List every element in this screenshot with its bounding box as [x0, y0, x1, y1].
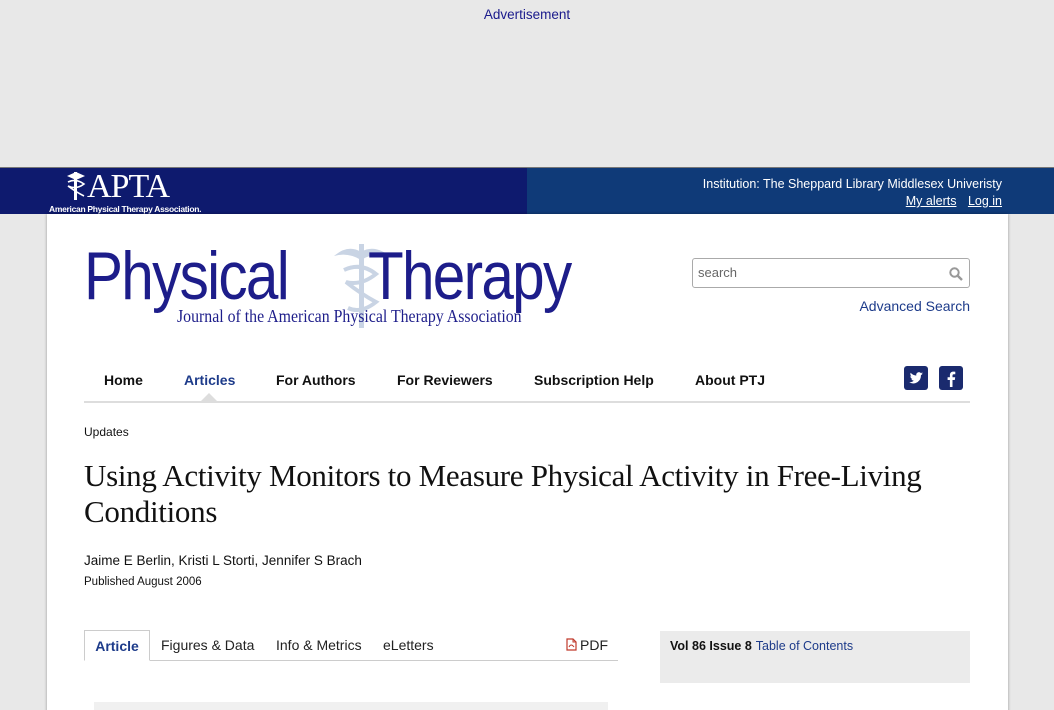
search-box — [692, 258, 970, 288]
tab-eletters[interactable]: eLetters — [383, 630, 434, 660]
apta-wordmark: APTA — [87, 168, 170, 205]
institution-name: Institution: The Sheppard Library Middle… — [702, 177, 1002, 191]
issue-panel: Vol 86 Issue 8 Table of Contents — [660, 631, 970, 683]
tab-figures-data[interactable]: Figures & Data — [161, 630, 254, 660]
advertisement-label: Advertisement — [483, 7, 571, 22]
article-tabs: Article Figures & Data Info & Metrics eL… — [84, 630, 618, 661]
apta-logo[interactable]: APTA American Physical Therapy Associati… — [49, 168, 209, 215]
apta-top-bar: APTA American Physical Therapy Associati… — [0, 167, 1054, 214]
search-input[interactable] — [698, 265, 938, 280]
article-title: Using Activity Monitors to Measure Physi… — [84, 458, 922, 529]
apta-full-name: American Physical Therapy Association. — [49, 204, 202, 214]
article-section[interactable]: Updates — [84, 425, 129, 439]
nav-for-authors[interactable]: For Authors — [276, 372, 356, 388]
nav-subscription-help[interactable]: Subscription Help — [534, 372, 654, 388]
nav-for-reviewers[interactable]: For Reviewers — [397, 372, 493, 388]
volume-label: Vol 86 — [670, 639, 706, 653]
physical-therapy-logo[interactable]: Physical Therapy Journal of the American… — [84, 238, 644, 334]
apta-mark-icon — [67, 172, 86, 200]
logo-subtitle: Journal of the American Physical Therapy… — [177, 306, 522, 326]
nav-home[interactable]: Home — [104, 372, 143, 388]
nav-articles[interactable]: Articles — [184, 372, 235, 388]
tab-article[interactable]: Article — [84, 630, 150, 661]
logo-word-physical: Physical — [84, 238, 290, 314]
pdf-file-icon — [566, 638, 577, 651]
main-content: Physical Therapy Journal of the American… — [47, 214, 1008, 710]
user-links: My alerts Log in — [898, 194, 1002, 208]
issue-info: Vol 86 Issue 8 Table of Contents — [670, 639, 853, 653]
table-of-contents-link[interactable]: Table of Contents — [756, 639, 853, 653]
main-nav: Home Articles For Authors For Reviewers … — [84, 366, 970, 403]
advanced-search-link[interactable]: Advanced Search — [859, 298, 970, 314]
nav-about-ptj[interactable]: About PTJ — [695, 372, 765, 388]
pdf-link[interactable]: PDF — [566, 630, 608, 661]
publication-date: Published August 2006 — [84, 576, 202, 588]
advertisement-area: Advertisement — [0, 0, 1054, 167]
search-icon[interactable] — [949, 267, 963, 281]
article-content-panel — [94, 702, 608, 710]
article-authors: Jaime E Berlin, Kristi L Storti, Jennife… — [84, 553, 362, 568]
active-nav-indicator — [200, 393, 218, 402]
twitter-icon[interactable] — [904, 366, 928, 390]
logo-word-therapy: Therapy — [368, 238, 572, 314]
facebook-icon[interactable] — [939, 366, 963, 390]
issue-label: Issue 8 — [709, 639, 752, 653]
my-alerts-link[interactable]: My alerts — [906, 194, 957, 208]
log-in-link[interactable]: Log in — [968, 194, 1002, 208]
tab-info-metrics[interactable]: Info & Metrics — [276, 630, 362, 660]
pdf-label: PDF — [580, 637, 608, 653]
